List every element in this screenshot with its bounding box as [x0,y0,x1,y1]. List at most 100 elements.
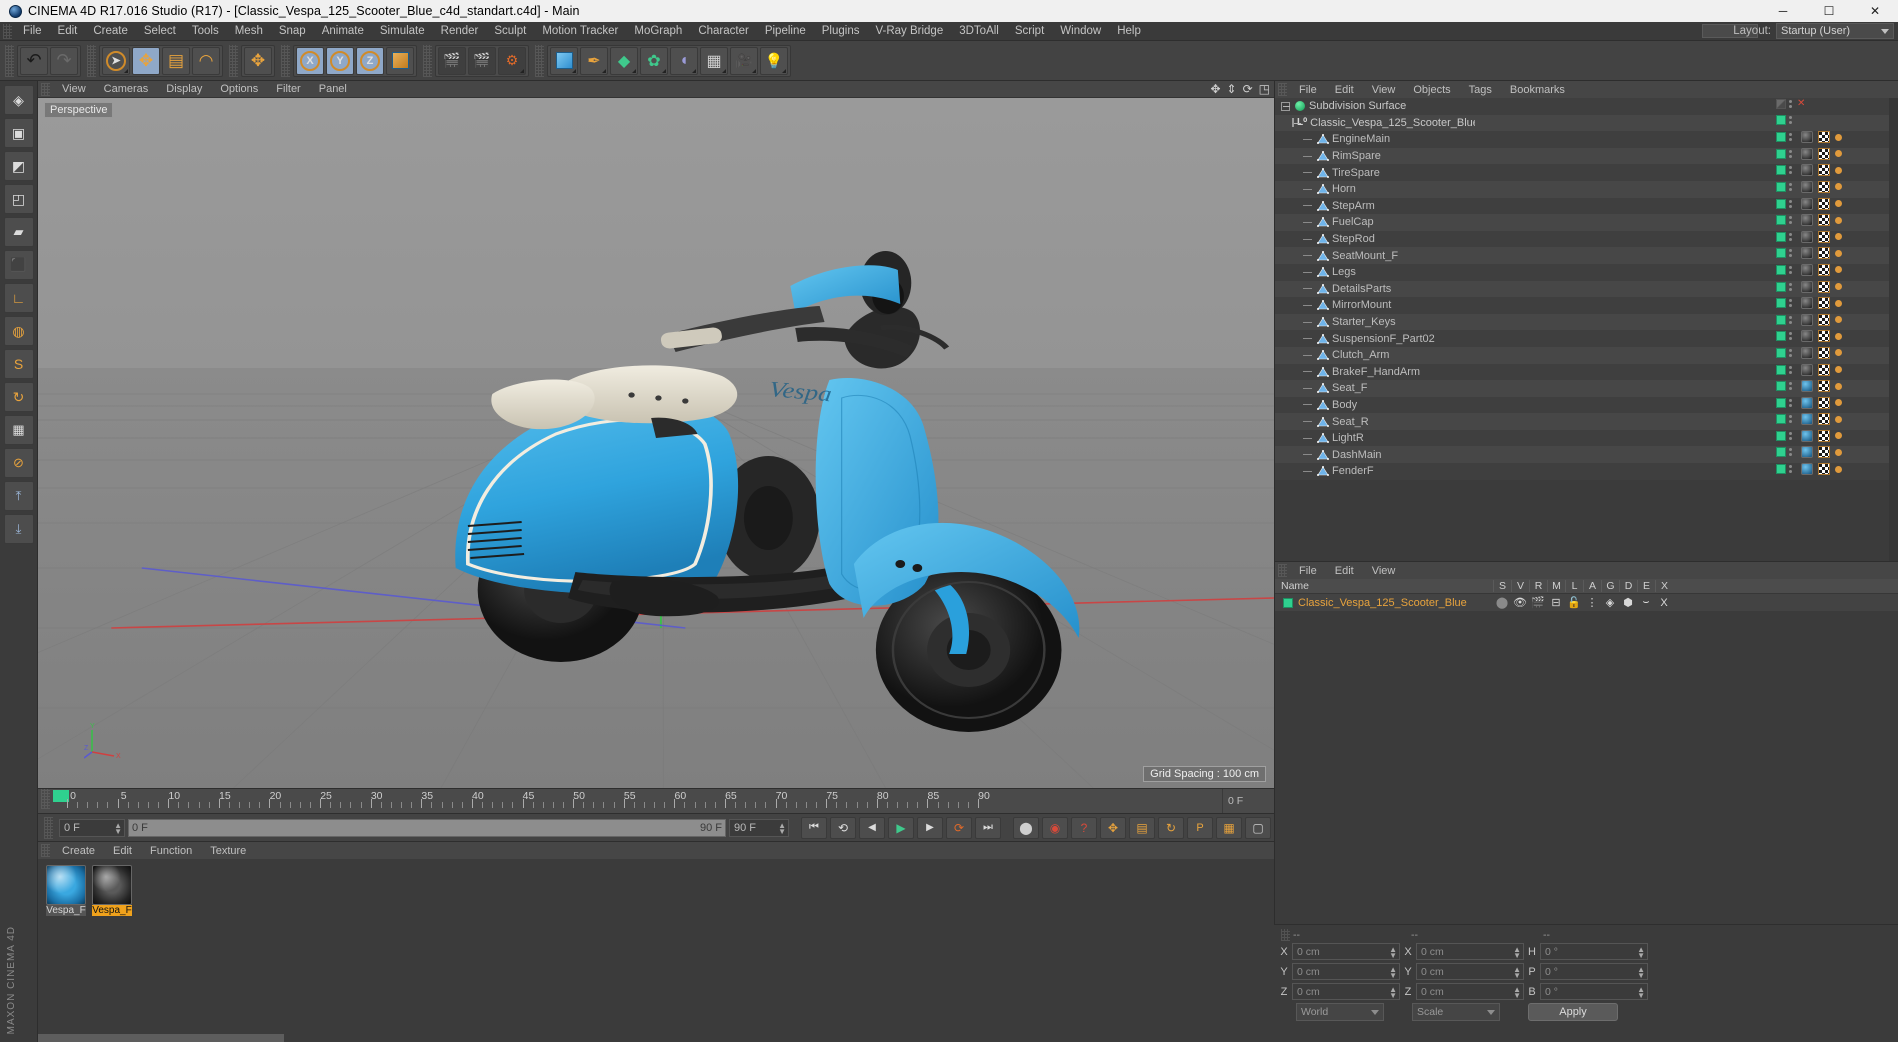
add-spline-button[interactable]: ✒ [580,46,608,75]
rotation-b-spinner-icon[interactable]: ▲ ▼ [1637,986,1645,1000]
visibility-dots-icon[interactable] [1789,315,1792,324]
size-x-field[interactable]: 0 cm ▲ ▼ [1416,943,1524,960]
texture-tag-icon[interactable] [1801,429,1813,442]
menu-sculpt[interactable]: Sculpt [486,22,534,41]
add-light-button[interactable]: 💡 [760,46,788,75]
add-camera-button[interactable]: 🎥 [730,46,758,75]
point-mode-button[interactable]: ▣ [3,118,34,148]
menu-help[interactable]: Help [1109,22,1149,41]
add-scene-button[interactable]: ▦ [700,46,728,75]
menu-character[interactable]: Character [690,22,757,41]
close-button[interactable]: ✕ [1852,0,1898,22]
add-environment-button[interactable]: ◖ [670,46,698,75]
coordinate-system-dropdown[interactable]: World [1296,1003,1384,1021]
uv-tag-icon[interactable] [1818,214,1830,227]
object-tree-row[interactable]: DashMain [1275,446,1889,464]
transform-mode-dropdown[interactable]: Scale [1412,1003,1500,1021]
size-y-spinner-icon[interactable]: ▲ ▼ [1513,966,1521,980]
visibility-dots-icon[interactable] [1789,398,1792,407]
generators-icon[interactable]: ◈ [1601,596,1619,609]
object-tree-row[interactable]: Subdivision Surface ✕ [1275,98,1889,115]
zoom-icon[interactable]: ⇕ [1227,82,1237,96]
visibility-dots-icon[interactable] [1789,382,1792,391]
uv-tag-icon[interactable] [1818,330,1830,343]
texture-tag-icon[interactable] [1801,180,1813,193]
visibility-toggle[interactable] [1776,148,1786,159]
materials-horizontal-scrollbar[interactable] [38,1034,284,1042]
visibility-dots-icon[interactable] [1789,415,1792,424]
position-z-spinner-icon[interactable]: ▲ ▼ [1389,986,1397,1000]
material-tag-icon[interactable] [1835,233,1842,241]
visibility-toggle[interactable] [1776,165,1786,176]
visibility-toggle[interactable] [1776,298,1786,309]
end-frame-field[interactable]: 90 F ▲ ▼ [729,818,789,837]
object-tree-row[interactable]: Body [1275,396,1889,414]
object-tree-row[interactable]: LightR [1275,429,1889,447]
material-manager-grip[interactable] [1278,564,1287,577]
toolbar-grip[interactable] [5,44,14,77]
menu-edit[interactable]: Edit [50,22,86,41]
play-button[interactable]: ▶ [888,816,914,839]
visibility-dots-icon[interactable] [1789,431,1792,440]
uv-tag-icon[interactable] [1818,180,1830,193]
object-manager-menu-objects[interactable]: Objects [1404,84,1459,96]
deformers-icon[interactable]: ⬢ [1619,596,1637,609]
texture-axis-button[interactable]: ∟ [3,283,34,313]
visibility-toggle[interactable] [1776,98,1786,109]
scale-key-button[interactable]: ▤ [1129,816,1155,839]
position-y-spinner-icon[interactable]: ▲ ▼ [1389,966,1397,980]
workplane-button[interactable]: ◍ [3,316,34,346]
material-tag-icon[interactable] [1835,266,1842,274]
expand-collapse-icon[interactable] [1281,101,1290,111]
visibility-dots-icon[interactable] [1789,332,1792,341]
visibility-toggle[interactable] [1776,248,1786,259]
material-manager-column-a[interactable]: A [1583,580,1601,592]
object-tree-row[interactable]: Clutch_Arm [1275,346,1889,364]
autokeying-button[interactable]: ◉ [1042,816,1068,839]
uv-tag-icon[interactable] [1818,147,1830,160]
rotation-p-field[interactable]: 0 ° ▲ ▼ [1540,963,1648,980]
end-frame-spinner-icon[interactable]: ▲ ▼ [778,821,786,835]
visibility-toggle[interactable] [1776,314,1786,325]
material-tag-icon[interactable] [1835,448,1842,456]
object-manager-menu-edit[interactable]: Edit [1326,84,1363,96]
pan-icon[interactable]: ✥ [1210,82,1220,96]
move-axis-tool[interactable]: ✥ [244,46,272,75]
apply-button[interactable]: Apply [1528,1003,1618,1021]
menu-snap[interactable]: Snap [271,22,314,41]
object-tree-row[interactable]: StepArm [1275,197,1889,215]
rotation-p-spinner-icon[interactable]: ▲ ▼ [1637,966,1645,980]
uv-tag-icon[interactable] [1818,280,1830,293]
uv-tag-icon[interactable] [1818,164,1830,177]
texture-tag-icon[interactable] [1801,263,1813,276]
object-tree[interactable]: Subdivision Surface ✕ L⁰ Classic_Vespa_125_… [1275,98,1889,561]
texture-tag-icon[interactable] [1801,330,1813,343]
visibility-toggle[interactable] [1776,281,1786,292]
tool-preset-button[interactable]: ◈ [3,85,34,115]
material-tag-icon[interactable] [1835,382,1842,390]
uv-tag-icon[interactable] [1818,429,1830,442]
record-active-objects-button[interactable]: ⬤ [1013,816,1039,839]
maximize-viewport-icon[interactable]: ◳ [1259,82,1270,96]
layer-up-button[interactable]: ⤒ [3,481,34,511]
timeline-grip[interactable] [41,789,50,809]
menu-create[interactable]: Create [85,22,136,41]
menu-3dtoall[interactable]: 3DToAll [951,22,1007,41]
object-manager-menu-tags[interactable]: Tags [1460,84,1501,96]
visibility-dots-icon[interactable] [1789,216,1792,225]
object-manager-menu-file[interactable]: File [1290,84,1326,96]
uv-tag-icon[interactable] [1818,346,1830,359]
texture-tag-icon[interactable] [1801,280,1813,293]
object-tree-row[interactable]: RimSpare [1275,147,1889,165]
lock-button[interactable]: ⊘ [3,448,34,478]
texture-tag-icon[interactable] [1801,214,1813,227]
object-manager-menu-view[interactable]: View [1363,84,1405,96]
uv-tag-icon[interactable] [1818,230,1830,243]
object-tree-row[interactable]: FuelCap [1275,214,1889,231]
texture-tag-icon[interactable] [1801,297,1813,310]
menu-window[interactable]: Window [1052,22,1109,41]
object-tree-row[interactable]: Seat_R [1275,413,1889,430]
size-y-field[interactable]: 0 cm ▲ ▼ [1416,963,1524,980]
material-manager-column-s[interactable]: S [1493,580,1511,592]
position-y-field[interactable]: 0 cm ▲ ▼ [1292,963,1400,980]
